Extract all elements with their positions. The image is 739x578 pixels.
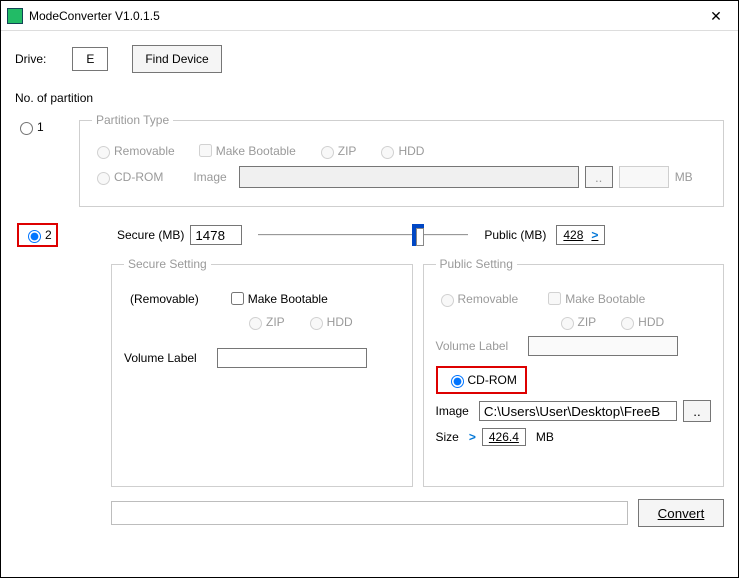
secure-setting-group: Secure Setting (Removable) Make Bootable… [111,257,413,487]
secure-removable-label: (Removable) [130,292,199,306]
partition-count-label: No. of partition [15,91,724,105]
progress-bar [111,501,628,525]
size-slider[interactable] [258,223,468,247]
public-make-bootable: Make Bootable [544,289,645,308]
public-mb-label: Public (MB) [484,228,546,242]
window-content: Drive: Find Device No. of partition 1 Pa… [1,31,738,537]
secure-zip: ZIP [244,314,285,330]
close-button[interactable]: ✕ [694,1,738,31]
partition-type-legend: Partition Type [92,113,173,127]
public-removable: Removable [436,291,519,307]
partition-radio-2-label: 2 [45,228,52,242]
partition-radio-2-highlight: 2 [17,223,58,247]
pt-image-path [239,166,579,188]
drive-row: Drive: Find Device [15,45,724,73]
slider-thumb[interactable] [412,224,424,246]
public-image-label: Image [436,404,469,418]
public-mb-display[interactable]: 428 > [556,225,605,245]
public-browse-button[interactable]: .. [683,400,711,422]
pt-size-box [619,166,669,188]
public-hdd: HDD [616,314,664,330]
partition-radio-1-label: 1 [37,120,44,134]
drive-label: Drive: [15,52,46,66]
pt-cdrom: CD-ROM [92,169,163,185]
public-mb-value: 428 [563,228,583,242]
secure-mb-input[interactable] [190,225,242,245]
public-size-value[interactable]: 426.4 [482,428,526,446]
public-mb-gt-icon: > [591,228,598,242]
public-image-path[interactable] [479,401,677,421]
slider-track [258,234,468,236]
secure-volume-label: Volume Label [124,351,197,365]
public-size-gt-icon: > [469,430,476,444]
drive-input[interactable] [72,47,108,71]
secure-hdd: HDD [305,314,353,330]
find-device-button[interactable]: Find Device [132,45,221,73]
pt-mb-label: MB [675,170,701,184]
public-volume-label: Volume Label [436,339,509,353]
partition-radio-1[interactable]: 1 [15,119,44,135]
pt-browse-button: .. [585,166,613,188]
public-zip: ZIP [556,314,597,330]
public-size-mb: MB [536,430,554,444]
public-volume-input [528,336,678,356]
pt-hdd: HDD [376,143,424,159]
app-icon [7,8,23,24]
convert-button[interactable]: Convert [638,499,724,527]
pt-zip: ZIP [316,143,357,159]
public-setting-legend: Public Setting [436,257,517,271]
secure-setting-legend: Secure Setting [124,257,211,271]
secure-volume-input[interactable] [217,348,367,368]
public-cdrom[interactable]: CD-ROM [446,372,517,388]
public-cdrom-highlight: CD-ROM [436,366,527,394]
titlebar: ModeConverter V1.0.1.5 ✕ [1,1,738,31]
partition-type-group: Partition Type Removable Make Bootable Z… [79,113,724,207]
public-setting-group: Public Setting Removable Make Bootable Z… [423,257,725,487]
secure-mb-label: Secure (MB) [117,228,184,242]
pt-removable: Removable [92,143,175,159]
pt-image-label: Image [193,170,226,184]
secure-make-bootable[interactable]: Make Bootable [227,289,328,308]
pt-make-bootable: Make Bootable [195,141,296,160]
partition-radio-2[interactable]: 2 [23,227,52,243]
window-title: ModeConverter V1.0.1.5 [29,9,694,23]
public-size-label: Size [436,430,459,444]
